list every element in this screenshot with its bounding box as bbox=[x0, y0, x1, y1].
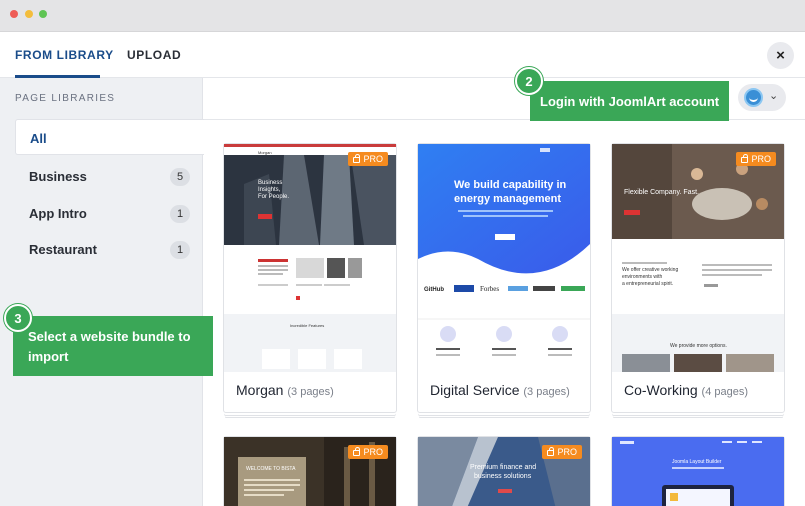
card-caption: Co-Working (4 pages) bbox=[624, 382, 748, 398]
svg-text:WELCOME TO BISTA: WELCOME TO BISTA bbox=[246, 466, 296, 472]
count-badge: 1 bbox=[170, 205, 190, 223]
svg-text:environments with: environments with bbox=[622, 274, 663, 280]
template-pages: (4 pages) bbox=[701, 386, 749, 398]
digital-service-preview-image: We build capability in energy management… bbox=[418, 144, 590, 372]
template-card-restaurant[interactable]: WELCOME TO BISTA PRO bbox=[223, 436, 397, 506]
window-titlebar bbox=[0, 0, 805, 32]
close-button[interactable]: × bbox=[767, 42, 794, 69]
template-pages: (3 pages) bbox=[287, 386, 334, 398]
svg-text:Joomla Layout Builder: Joomla Layout Builder bbox=[672, 459, 722, 465]
template-thumbnail: Morgan Business Insights, For People. In… bbox=[224, 144, 396, 372]
svg-text:We offer creative working: We offer creative working bbox=[622, 267, 678, 273]
sidebar-item-all[interactable]: All bbox=[15, 119, 204, 155]
sidebar-item-label: All bbox=[30, 131, 47, 146]
svg-text:For People.: For People. bbox=[258, 194, 289, 200]
card-caption: Morgan (3 pages) bbox=[236, 382, 334, 398]
login-callout[interactable]: Login with JoomlArt account bbox=[530, 81, 729, 121]
account-dropdown[interactable]: ⌄ bbox=[738, 84, 786, 111]
svg-text:Incredible Features: Incredible Features bbox=[290, 323, 324, 328]
pro-badge: PRO bbox=[348, 445, 388, 459]
template-card-digital-service[interactable]: We build capability in energy management… bbox=[417, 143, 591, 413]
sidebar-title: PAGE LIBRARIES bbox=[15, 93, 116, 104]
template-pages: (3 pages) bbox=[523, 386, 570, 398]
minimize-window-dot[interactable] bbox=[25, 10, 33, 18]
sidebar-item-label: App Intro bbox=[29, 206, 87, 221]
svg-text:We build capability in: We build capability in bbox=[454, 179, 567, 191]
template-name: Morgan bbox=[236, 382, 284, 398]
pro-label: PRO bbox=[557, 447, 577, 457]
svg-text:Flexible Company. Fast.: Flexible Company. Fast. bbox=[624, 189, 699, 196]
svg-text:a entrepreneurial spirit.: a entrepreneurial spirit. bbox=[622, 281, 673, 287]
step-badge-2: 2 bbox=[515, 67, 543, 95]
svg-text:Business: Business bbox=[258, 180, 282, 186]
template-card-morgan[interactable]: Morgan Business Insights, For People. In… bbox=[223, 143, 397, 413]
sidebar-item-app-intro[interactable]: App Intro 1 bbox=[15, 195, 204, 231]
template-thumbnail: We build capability in energy management… bbox=[418, 144, 590, 372]
template-name: Co-Working bbox=[624, 382, 698, 398]
close-window-dot[interactable] bbox=[10, 10, 18, 18]
template-card-app-intro[interactable]: Joomla Layout Builder bbox=[611, 436, 785, 506]
svg-text:We provide more options.: We provide more options. bbox=[670, 343, 727, 349]
step-badge-3: 3 bbox=[4, 304, 32, 332]
sidebar: PAGE LIBRARIES All Business 5 App Intro … bbox=[0, 78, 204, 506]
pro-label: PRO bbox=[363, 154, 383, 164]
tab-from-library[interactable]: FROM LIBRARY bbox=[15, 48, 114, 62]
sidebar-item-restaurant[interactable]: Restaurant 1 bbox=[15, 231, 204, 267]
card-caption: Digital Service (3 pages) bbox=[430, 382, 570, 398]
count-badge: 5 bbox=[170, 168, 190, 186]
tab-upload[interactable]: UPLOAD bbox=[127, 48, 181, 62]
pro-badge: PRO bbox=[348, 152, 388, 166]
svg-text:GitHub: GitHub bbox=[424, 287, 444, 293]
template-thumbnail: Flexible Company. Fast. We offer creativ… bbox=[612, 144, 784, 372]
sidebar-item-label: Business bbox=[29, 169, 87, 184]
lock-icon bbox=[547, 447, 555, 456]
template-thumbnail: Joomla Layout Builder bbox=[612, 437, 784, 506]
svg-text:Insights,: Insights, bbox=[258, 187, 281, 193]
svg-text:Premium finance and: Premium finance and bbox=[470, 464, 536, 471]
template-card-finance[interactable]: Premium finance and business solutions P… bbox=[417, 436, 591, 506]
morgan-preview-image: Morgan Business Insights, For People. In… bbox=[224, 144, 396, 372]
pro-label: PRO bbox=[363, 447, 383, 457]
pro-badge: PRO bbox=[736, 152, 776, 166]
tab-bar: FROM LIBRARY UPLOAD × bbox=[0, 32, 805, 78]
co-working-preview-image: Flexible Company. Fast. We offer creativ… bbox=[612, 144, 784, 372]
sidebar-item-label: Restaurant bbox=[29, 242, 97, 257]
chevron-down-icon: ⌄ bbox=[769, 90, 779, 102]
svg-text:Morgan: Morgan bbox=[258, 150, 272, 155]
sidebar-item-business[interactable]: Business 5 bbox=[15, 158, 204, 194]
template-card-co-working[interactable]: Flexible Company. Fast. We offer creativ… bbox=[611, 143, 785, 413]
pro-badge: PRO bbox=[542, 445, 582, 459]
svg-text:energy management: energy management bbox=[454, 193, 561, 205]
lock-icon bbox=[741, 154, 749, 163]
svg-text:business solutions: business solutions bbox=[474, 473, 532, 480]
maximize-window-dot[interactable] bbox=[39, 10, 47, 18]
avatar-icon bbox=[744, 88, 763, 107]
count-badge: 1 bbox=[170, 241, 190, 259]
lock-icon bbox=[353, 447, 361, 456]
pro-label: PRO bbox=[751, 154, 771, 164]
bundle-callout: Select a website bundle to import bbox=[13, 316, 213, 376]
template-name: Digital Service bbox=[430, 382, 520, 398]
svg-text:Forbes: Forbes bbox=[480, 285, 499, 293]
app-intro-preview-image: Joomla Layout Builder bbox=[612, 437, 784, 506]
lock-icon bbox=[353, 154, 361, 163]
